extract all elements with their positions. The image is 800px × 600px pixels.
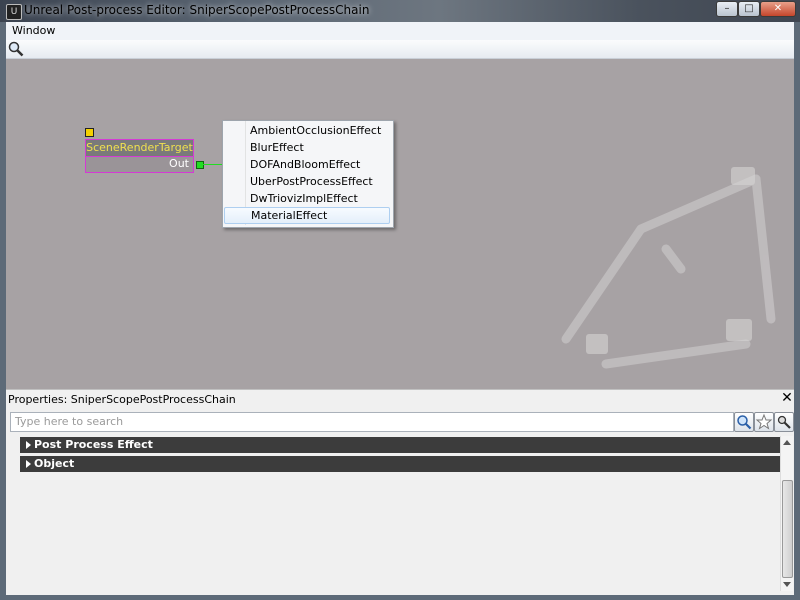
- background-watermark: [561, 167, 776, 369]
- properties-panel: Properties: SniperScopePostProcessChain …: [6, 389, 794, 595]
- menu-item-dw-trioviz-impl-effect[interactable]: DwTriovizImplEffect: [224, 190, 390, 207]
- property-search-input[interactable]: Type here to search: [10, 412, 734, 432]
- properties-close-button[interactable]: ✕: [780, 391, 794, 405]
- settings-icon[interactable]: [774, 412, 794, 432]
- menu-bar: Window: [6, 22, 794, 41]
- node-title: SceneRenderTarget: [86, 140, 193, 157]
- toolbar: [6, 40, 794, 59]
- group-label: Post Process Effect: [34, 438, 153, 451]
- node-output-pin[interactable]: [196, 161, 204, 169]
- menu-item-ambient-occlusion-effect[interactable]: AmbientOcclusionEffect: [224, 122, 390, 139]
- app-icon: U: [6, 4, 22, 20]
- scene-render-target-node[interactable]: SceneRenderTarget Out: [85, 139, 194, 173]
- menu-window[interactable]: Window: [12, 24, 55, 37]
- menu-item-material-effect[interactable]: MaterialEffect: [224, 207, 390, 224]
- expand-arrow-icon: [26, 441, 31, 449]
- close-button[interactable]: ✕: [760, 1, 796, 17]
- window-title: Unreal Post-process Editor: SniperScopeP…: [24, 3, 370, 17]
- node-output-label: Out: [169, 157, 189, 170]
- properties-header: Properties: SniperScopePostProcessChain …: [6, 390, 794, 408]
- menu-item-dof-and-bloom-effect[interactable]: DOFAndBloomEffect: [224, 156, 390, 173]
- scrollbar-thumb[interactable]: [782, 480, 793, 578]
- minimize-button[interactable]: –: [716, 1, 738, 17]
- context-menu: AmbientOcclusionEffect BlurEffect DOFAnd…: [222, 120, 394, 228]
- node-input-pin[interactable]: [85, 128, 94, 137]
- zoom-icon[interactable]: [8, 41, 24, 57]
- expand-arrow-icon: [26, 460, 31, 468]
- group-label: Object: [34, 457, 75, 470]
- scroll-up-arrow-icon[interactable]: [783, 440, 791, 445]
- menu-item-blur-effect[interactable]: BlurEffect: [224, 139, 390, 156]
- maximize-button[interactable]: □: [738, 1, 760, 17]
- group-post-process-effect[interactable]: Post Process Effect: [20, 437, 780, 453]
- connection-wire: [202, 164, 224, 165]
- search-icon[interactable]: [734, 412, 754, 432]
- properties-scrollbar[interactable]: [780, 436, 793, 591]
- graph-canvas[interactable]: [6, 59, 794, 389]
- title-bar: U Unreal Post-process Editor: SniperScop…: [0, 0, 800, 22]
- favorite-star-icon[interactable]: [754, 412, 774, 432]
- window-frame-right: [794, 22, 800, 600]
- properties-title: Properties: SniperScopePostProcessChain: [8, 393, 236, 406]
- scroll-down-arrow-icon[interactable]: [783, 582, 791, 587]
- menu-item-uber-post-process-effect[interactable]: UberPostProcessEffect: [224, 173, 390, 190]
- group-object[interactable]: Object: [20, 456, 780, 472]
